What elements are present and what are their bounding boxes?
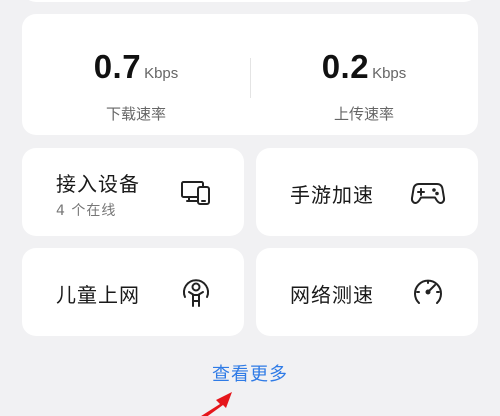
download-speed: 0.7 Kbps 下载速率 xyxy=(22,14,250,135)
game-boost-tile[interactable]: 手游加速 xyxy=(256,148,478,236)
upload-speed-unit: Kbps xyxy=(372,65,407,82)
connected-devices-tile[interactable]: 接入设备 4 个在线 xyxy=(22,148,244,236)
speedometer-icon xyxy=(410,274,446,310)
game-boost-title: 手游加速 xyxy=(290,183,374,207)
gamepad-icon xyxy=(410,174,446,210)
speed-test-tile[interactable]: 网络测速 xyxy=(256,248,478,336)
upload-speed: 0.2 Kbps 上传速率 xyxy=(250,14,478,135)
kids-internet-tile[interactable]: 儿童上网 xyxy=(22,248,244,336)
upload-speed-label: 上传速率 xyxy=(333,105,394,123)
download-speed-unit: Kbps xyxy=(144,65,179,82)
page: 0.7 Kbps 下载速率 0.2 Kbps 上传速率 接入设备 4 个在线 手游加… xyxy=(0,0,500,416)
child-icon xyxy=(178,274,214,310)
upload-speed-value: 0.2 xyxy=(321,48,370,85)
previous-card xyxy=(22,0,478,2)
kids-internet-title: 儿童上网 xyxy=(56,283,140,307)
view-more-link[interactable]: 查看更多 xyxy=(0,360,500,386)
download-speed-value: 0.7 xyxy=(93,48,142,85)
connected-devices-count: 4 个在线 xyxy=(56,203,117,219)
download-speed-label: 下载速率 xyxy=(105,105,166,123)
red-annotation-arrow xyxy=(196,388,244,416)
devices-icon xyxy=(178,174,214,210)
connected-devices-title: 接入设备 xyxy=(56,172,140,196)
speed-test-title: 网络测速 xyxy=(290,283,374,307)
speed-card: 0.7 Kbps 下载速率 0.2 Kbps 上传速率 xyxy=(22,14,478,135)
